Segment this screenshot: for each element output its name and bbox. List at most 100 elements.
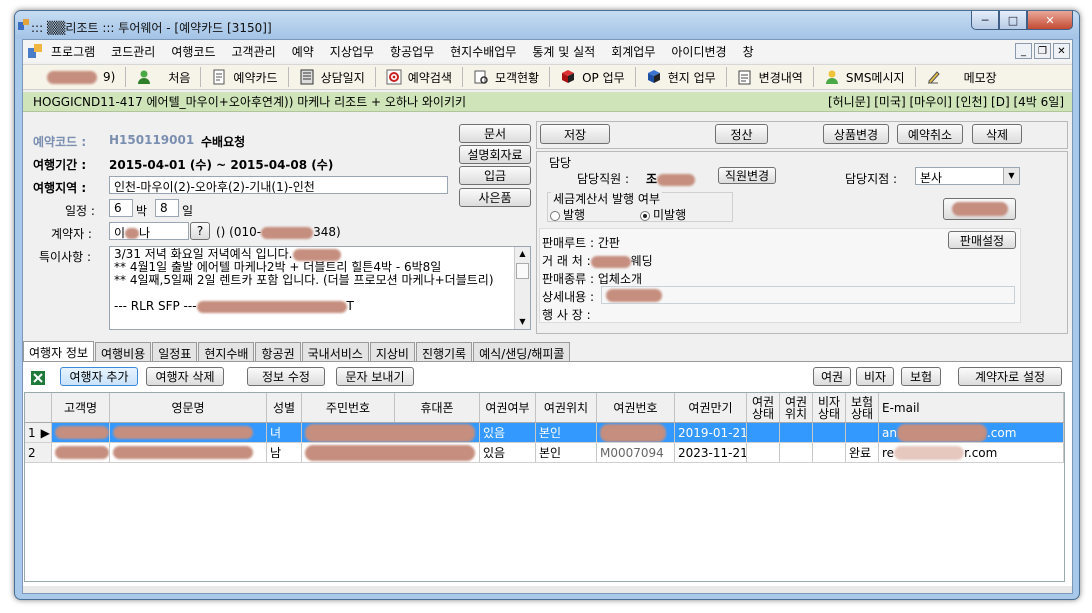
insurance-button[interactable]: 보험 [901, 367, 941, 386]
passport-button[interactable]: 여권 [813, 367, 851, 386]
menu-window[interactable]: 창 [735, 43, 762, 60]
remove-traveler-button[interactable]: 여행자 삭제 [146, 367, 224, 386]
tab-air-ticket[interactable]: 항공권 [255, 342, 301, 361]
notes-textarea[interactable]: 3/31 저녁 화요일 저녁예식 입니다. ** 4월1일 출발 에어텔 마케나… [109, 246, 531, 330]
delete-button[interactable]: 삭제 [972, 124, 1022, 144]
document-button[interactable]: 문서 [459, 124, 531, 143]
cell-visa-status[interactable] [813, 423, 846, 442]
col-mobile[interactable]: 휴대폰 [395, 393, 480, 422]
set-contractor-button[interactable]: 계약자로 설정 [958, 367, 1062, 386]
cell-passport-yn[interactable]: 있음 [480, 423, 536, 442]
detail-field[interactable] [601, 286, 1015, 304]
deposit-button[interactable]: 입금 [459, 166, 531, 185]
tax-issued-radio[interactable]: 발행 [550, 206, 585, 223]
contractor-field[interactable]: 이나 [109, 222, 189, 240]
col-passport-place[interactable]: 여권 위치 [780, 393, 813, 422]
tax-not-issued-radio[interactable]: 미발행 [640, 206, 686, 223]
col-english-name[interactable]: 영문명 [110, 393, 267, 422]
col-passport-no[interactable]: 여권번호 [597, 393, 675, 422]
nights-field[interactable]: 6 [109, 199, 133, 217]
cell-customer-name[interactable] [52, 423, 110, 442]
edit-info-button[interactable]: 정보 수정 [247, 367, 325, 386]
send-sms-button[interactable]: 문자 보내기 [336, 367, 414, 386]
toolbar-search[interactable]: 예약검색 [376, 67, 463, 87]
scroll-thumb[interactable] [516, 263, 529, 279]
branch-select[interactable]: 본사 ▼ [915, 167, 1020, 185]
contractor-search-button[interactable]: ? [190, 222, 210, 240]
sales-setting-button[interactable]: 판매설정 [948, 231, 1016, 249]
menu-local-arrange[interactable]: 현지수배업무 [442, 43, 524, 60]
menu-air[interactable]: 항공업무 [382, 43, 442, 60]
cell-gender[interactable]: 녀 [267, 423, 302, 442]
cell-passport-yn[interactable]: 있음 [480, 443, 536, 462]
toolbar-user[interactable]: 9) [23, 67, 127, 87]
cell-passport-no[interactable] [597, 423, 675, 442]
change-staff-button[interactable]: 직원변경 [718, 167, 776, 184]
menu-ground[interactable]: 지상업무 [322, 43, 382, 60]
col-visa-status[interactable]: 비자 상태 [813, 393, 846, 422]
notes-scrollbar[interactable]: ▲ ▼ [514, 247, 530, 329]
cell-passport-location[interactable]: 본인 [536, 423, 597, 442]
tab-itinerary[interactable]: 일정표 [152, 342, 198, 361]
tab-local-arrange[interactable]: 현지수배 [198, 342, 255, 361]
col-customer-name[interactable]: 고객명 [52, 393, 110, 422]
toolbar-reservation-card[interactable]: 예약카드 [201, 67, 289, 87]
col-insurance-status[interactable]: 보험 상태 [846, 393, 879, 422]
window-maximize-button[interactable]: □ [999, 11, 1027, 30]
col-passport-yn[interactable]: 여권여부 [480, 393, 536, 422]
tab-progress-log[interactable]: 진행기록 [415, 342, 473, 361]
cell-visa-status[interactable] [813, 443, 846, 462]
table-row[interactable]: 1 ▶ 녀 있음 본인 2019-01-21 an .com [25, 423, 1064, 443]
col-passport-expiry[interactable]: 여권만기 [675, 393, 747, 422]
cell-resident-mobile[interactable] [302, 423, 480, 442]
col-passport-status[interactable]: 여권 상태 [747, 393, 780, 422]
change-product-button[interactable]: 상품변경 [823, 124, 889, 144]
scroll-down-arrow-icon[interactable]: ▼ [515, 315, 530, 329]
scroll-up-arrow-icon[interactable]: ▲ [515, 247, 530, 261]
mdi-restore-button[interactable]: ❐ [1034, 43, 1051, 59]
redacted-action-button[interactable] [943, 198, 1016, 220]
col-email[interactable]: E-mail [879, 393, 1064, 422]
cell-passport-no[interactable]: M0007094 [597, 443, 675, 462]
cell-passport-status[interactable] [747, 443, 780, 462]
toolbar-op-work[interactable]: OP 업무 [550, 67, 636, 87]
visa-button[interactable]: 비자 [856, 367, 894, 386]
cell-email[interactable]: re r.com [879, 443, 1064, 462]
window-close-button[interactable]: ✕ [1027, 11, 1073, 30]
toolbar-consult-log[interactable]: 상담일지 [289, 67, 376, 87]
tab-wedding-sending[interactable]: 예식/샌딩/해피콜 [473, 342, 571, 361]
cell-passport-expiry[interactable]: 2023-11-21 [675, 443, 747, 462]
cell-english-name[interactable] [110, 443, 267, 462]
table-row[interactable]: 2 남 있음 본인 M0007094 2023-11-21 완료 re r.com [25, 443, 1064, 463]
tab-travel-cost[interactable]: 여행비용 [95, 342, 152, 361]
cell-resident-mobile[interactable] [302, 443, 480, 462]
col-passport-location[interactable]: 여권위치 [536, 393, 597, 422]
col-gender[interactable]: 성별 [267, 393, 302, 422]
menu-change-id[interactable]: 아이디변경 [663, 43, 734, 60]
cell-english-name[interactable] [110, 423, 267, 442]
cell-insurance-status[interactable] [846, 423, 879, 442]
settle-button[interactable]: 정산 [715, 124, 768, 144]
briefing-material-button[interactable]: 설명회자료 [459, 145, 531, 164]
cell-passport-place[interactable] [780, 443, 813, 462]
toolbar-recruit-status[interactable]: 모객현황 [463, 67, 551, 87]
cell-gender[interactable]: 남 [267, 443, 302, 462]
save-button[interactable]: 저장 [540, 124, 610, 144]
cell-passport-status[interactable] [747, 423, 780, 442]
toolbar-home[interactable]: 처음 [126, 67, 202, 87]
menu-stats[interactable]: 통계 및 실적 [524, 43, 603, 60]
menu-accounting[interactable]: 회계업무 [603, 43, 663, 60]
toolbar-memo[interactable]: 메모장 [916, 67, 1007, 87]
mdi-close-button[interactable]: ✕ [1053, 43, 1070, 59]
cell-customer-name[interactable] [52, 443, 110, 462]
toolbar-sms[interactable]: SMS메시지 [814, 67, 916, 87]
tab-traveler-info[interactable]: 여행자 정보 [23, 341, 95, 361]
menu-customer[interactable]: 고객관리 [224, 43, 284, 60]
dropdown-arrow-icon[interactable]: ▼ [1003, 168, 1019, 184]
gift-button[interactable]: 사은품 [459, 188, 531, 207]
days-field[interactable]: 8 [155, 199, 179, 217]
title-bar[interactable]: ::: ▒▒리조트 ::: 투어웨어 - [예약카드 [3150]] ─ □ ✕ [15, 11, 1079, 39]
cell-passport-location[interactable]: 본인 [536, 443, 597, 462]
menu-program[interactable]: 프로그램 [43, 43, 103, 60]
tab-ground-cost[interactable]: 지상비 [369, 342, 415, 361]
